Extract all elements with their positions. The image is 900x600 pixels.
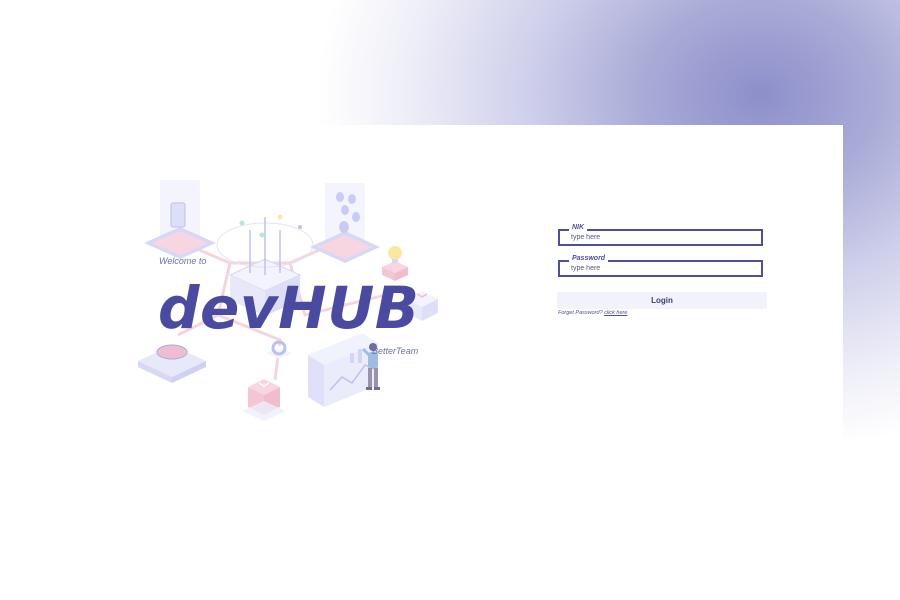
database-disc-icon [138, 344, 206, 383]
package-cube-icon [242, 379, 286, 421]
forgot-password-link[interactable]: click here [604, 310, 627, 316]
analytics-screen-icon [308, 333, 378, 407]
tagline-text: BetterTeam [372, 346, 419, 356]
welcome-text: Welcome to [159, 256, 207, 266]
password-field: Password [558, 254, 763, 277]
forgot-password-row: Forget Password? click here [558, 310, 627, 316]
coin-tower-icon [310, 183, 380, 263]
forgot-password-prompt: Forget Password? [558, 310, 603, 316]
nik-field: NIK [558, 223, 763, 246]
login-button[interactable]: Login [557, 292, 767, 309]
password-input[interactable] [560, 262, 761, 275]
server-stack-icon [144, 180, 216, 259]
brand-title: devHUB [158, 274, 420, 342]
nik-input[interactable] [560, 231, 761, 244]
